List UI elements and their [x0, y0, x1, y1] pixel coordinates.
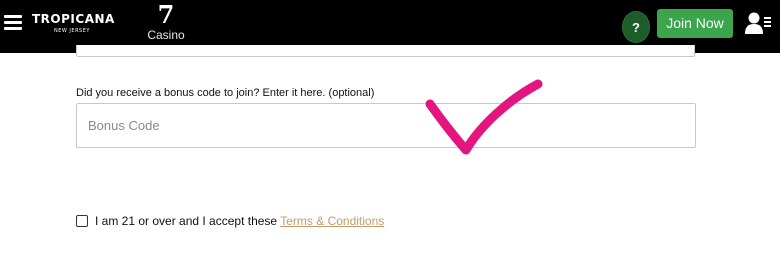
casino-logo[interactable]: 7 Casino [140, 2, 192, 46]
terms-checkbox[interactable] [76, 214, 88, 227]
terms-row: I am 21 or over and I accept these Terms… [76, 213, 384, 229]
checkmark-annotation-icon [425, 79, 543, 155]
tropicana-logo[interactable]: TROPICANA NEW JERSEY [32, 12, 116, 34]
hamburger-menu-icon[interactable] [4, 15, 22, 31]
brand-subtitle: NEW JERSEY [54, 28, 90, 34]
bonus-code-label: Did you receive a bonus code to join? En… [76, 87, 375, 99]
join-now-button[interactable]: Join Now [657, 9, 733, 38]
casino-numeral: 7 [157, 0, 175, 29]
previous-field-bottom[interactable] [76, 45, 695, 57]
help-button[interactable]: ? [622, 11, 650, 43]
casino-label: Casino [147, 28, 185, 42]
account-icon[interactable] [745, 11, 771, 35]
terms-text: I am 21 or over and I accept these [95, 214, 278, 228]
bonus-code-input[interactable] [76, 103, 696, 148]
brand-name: TROPICANA [32, 12, 115, 26]
terms-conditions-link[interactable]: Terms & Conditions [280, 214, 384, 228]
